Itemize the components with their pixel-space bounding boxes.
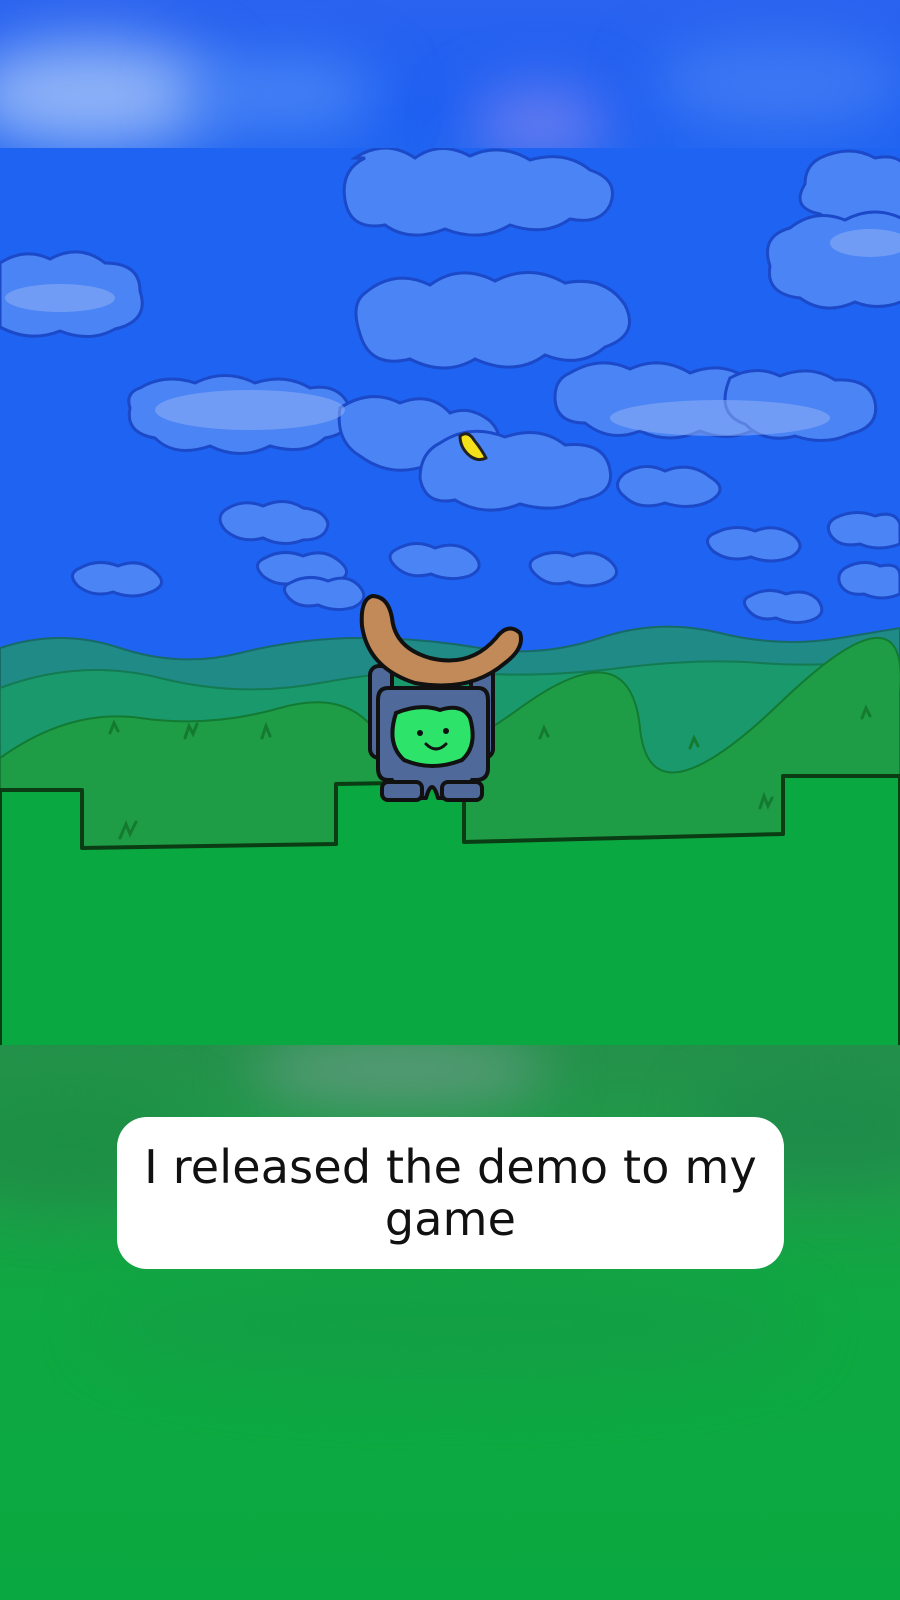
cloud bbox=[743, 589, 824, 625]
game-scene bbox=[0, 148, 900, 1060]
cloud bbox=[616, 465, 722, 508]
game-viewport bbox=[0, 148, 900, 1060]
cloud bbox=[354, 271, 631, 370]
cloud bbox=[388, 542, 481, 581]
caption-text: I released the demo to my game bbox=[144, 1140, 757, 1246]
top-blur-strip bbox=[0, 0, 900, 160]
cloud bbox=[71, 561, 163, 598]
cloud bbox=[837, 561, 900, 600]
cloud-highlight bbox=[610, 400, 830, 436]
caption-box: I released the demo to my game bbox=[117, 1117, 784, 1269]
cloud bbox=[528, 551, 618, 588]
cloud bbox=[826, 511, 900, 550]
cloud bbox=[283, 576, 366, 612]
character-right-foot bbox=[440, 780, 484, 802]
character-left-foot bbox=[380, 780, 424, 802]
cloud-highlight bbox=[5, 284, 115, 312]
cloud-highlight bbox=[155, 390, 345, 430]
cloud bbox=[706, 526, 802, 563]
character-face bbox=[390, 705, 475, 768]
character-left-eye bbox=[417, 730, 423, 736]
character-right-eye bbox=[443, 728, 449, 734]
